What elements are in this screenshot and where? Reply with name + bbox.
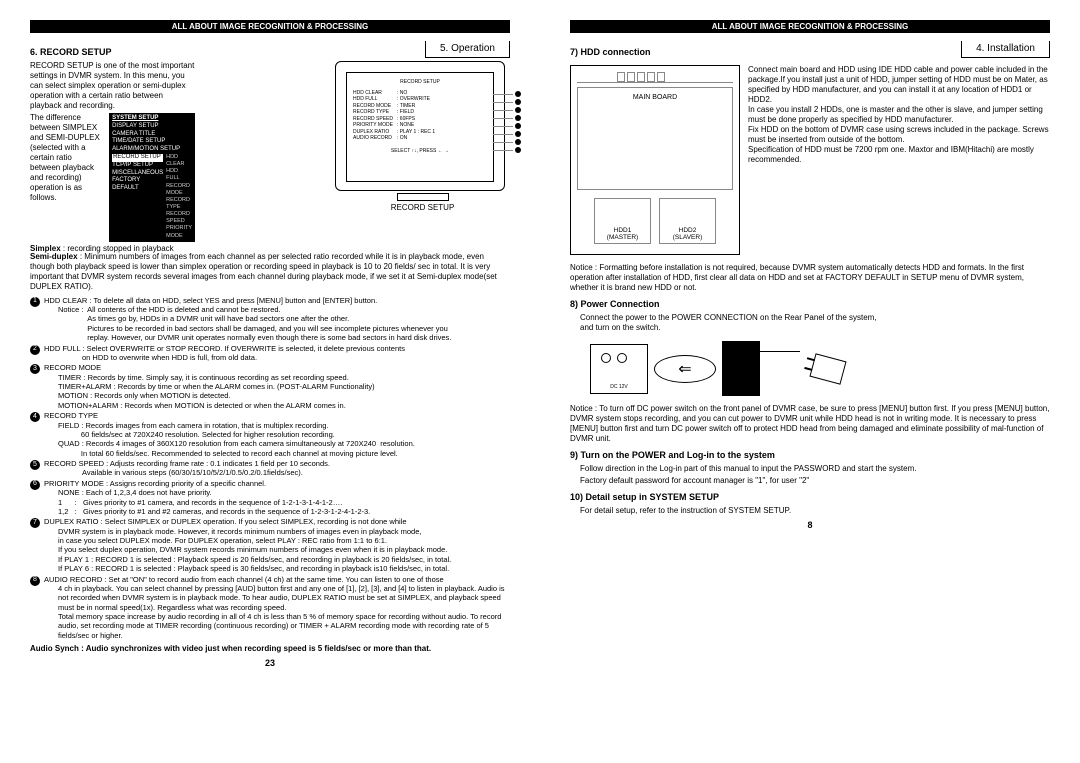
section-10-title: 10) Detail setup in SYSTEM SETUP — [570, 492, 1050, 502]
semiduplex-text: : Minimum numbers of images from each ch… — [30, 252, 497, 291]
power-text: Connect the power to the POWER CONNECTIO… — [580, 313, 1050, 333]
intro-text: RECORD SETUP is one of the most importan… — [30, 61, 194, 110]
header-bar: ALL ABOUT IMAGE RECOGNITION & PROCESSING — [30, 20, 510, 33]
section-9-title: 9) Turn on the POWER and Log-in to the s… — [570, 450, 1050, 460]
text-10: For detail setup, refer to the instructi… — [580, 506, 1050, 516]
arrow-icon — [654, 355, 716, 383]
page-number-left: 23 — [30, 658, 510, 668]
crumb-installation: 4. Installation — [961, 41, 1050, 58]
audio-synch: Audio Synch : Audio synchronizes with vi… — [30, 644, 431, 653]
semiduplex-label: Semi-duplex — [30, 252, 78, 261]
monitor-caption: RECORD SETUP — [335, 203, 510, 212]
header-bar-r: ALL ABOUT IMAGE RECOGNITION & PROCESSING — [570, 20, 1050, 33]
board-diagram: MAIN BOARD HDD1(MASTER) HDD2(SLAVER) — [570, 65, 740, 255]
notice-7: Notice : Formatting before installation … — [570, 263, 1050, 293]
text-9b: Factory default password for account man… — [580, 476, 1050, 486]
diff-text: The difference between SIMPLEX and SEMI-… — [30, 113, 101, 242]
numbered-list: 1HDD CLEAR : To delete all data on HDD, … — [30, 296, 510, 641]
right-page: ALL ABOUT IMAGE RECOGNITION & PROCESSING… — [540, 0, 1080, 763]
crumb-operation: 5. Operation — [425, 41, 510, 58]
system-setup-box: SYSTEM SETUP DISPLAY SETUP CAMERA TITLE … — [109, 113, 195, 242]
left-page: ALL ABOUT IMAGE RECOGNITION & PROCESSING… — [0, 0, 540, 763]
power-diagram: DC 12V — [590, 341, 1050, 396]
section-8-title: 8) Power Connection — [570, 299, 1050, 309]
power-brick — [722, 341, 760, 396]
leader-lines — [493, 91, 521, 153]
plug-icon — [809, 353, 846, 384]
page-number-right: 8 — [570, 520, 1050, 530]
text-9a: Follow direction in the Log-in part of t… — [580, 464, 1050, 474]
hdd-text: Connect main board and HDD using IDE HDD… — [748, 65, 1050, 255]
notice-8: Notice : To turn off DC power switch on … — [570, 404, 1050, 444]
monitor: RECORD SETUP HDD CLEAR: NO HDD FULL: OVE… — [335, 61, 510, 216]
